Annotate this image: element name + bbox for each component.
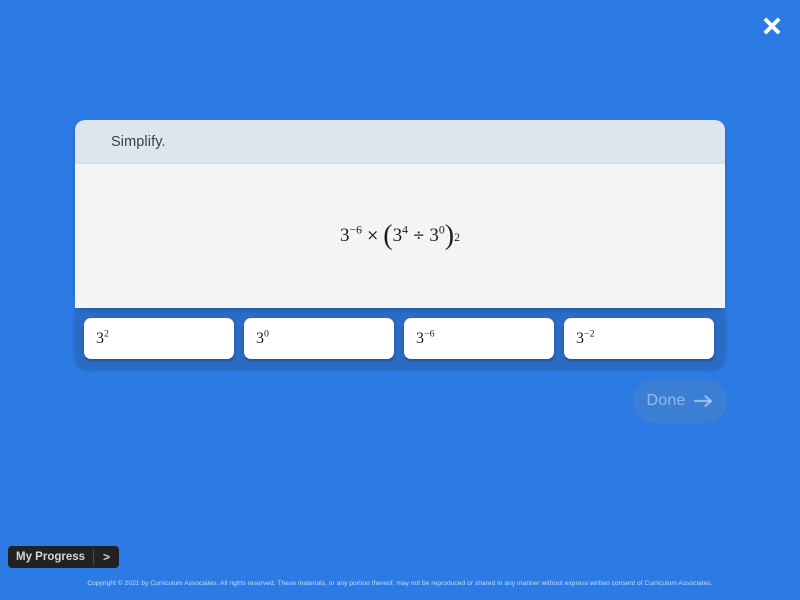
term-first: 3−6 bbox=[340, 223, 362, 247]
answer-option-4[interactable]: 3−2 bbox=[564, 318, 714, 359]
my-progress-button[interactable]: My Progress > bbox=[8, 546, 120, 568]
answer-option-1-exponent: 2 bbox=[104, 328, 109, 340]
exponent-1: −6 bbox=[349, 223, 362, 237]
question-card: Simplify. 3−6 ×(34 ÷ 30) 2 bbox=[75, 120, 725, 308]
exponent-3: 0 bbox=[438, 223, 445, 237]
answer-option-1-base: 3 bbox=[96, 329, 104, 347]
answer-option-4-base: 3 bbox=[576, 329, 584, 347]
my-progress-label: My Progress bbox=[16, 551, 86, 563]
answer-option-3[interactable]: 3−6 bbox=[404, 318, 554, 359]
answer-option-2-exponent: 0 bbox=[264, 328, 269, 340]
done-button-label: Done bbox=[646, 392, 686, 409]
close-icon bbox=[759, 13, 785, 39]
question-header: Simplify. bbox=[75, 120, 725, 164]
footer-copyright: Copyright © 2021 by Curriculum Associate… bbox=[87, 580, 713, 587]
answer-option-4-text: 3−2 bbox=[576, 328, 595, 348]
multiplication-operator: × bbox=[366, 227, 379, 245]
division-operator: ÷ bbox=[412, 227, 425, 245]
math-expression: 3−6 ×(34 ÷ 30) 2 bbox=[339, 219, 461, 251]
answer-option-3-base: 3 bbox=[416, 329, 424, 347]
term-second: 34 bbox=[392, 223, 409, 247]
chevron-right-icon: > bbox=[103, 550, 111, 564]
answer-option-2-base: 3 bbox=[256, 329, 264, 347]
arrow-right-icon bbox=[693, 393, 714, 409]
answer-options: 32 30 3−6 3−2 bbox=[84, 318, 716, 359]
term-third: 30 bbox=[429, 223, 445, 247]
answer-option-1[interactable]: 32 bbox=[84, 318, 234, 359]
answer-option-1-text: 32 bbox=[96, 328, 109, 348]
done-button[interactable]: Done bbox=[633, 379, 727, 423]
answer-option-2-text: 30 bbox=[256, 328, 269, 348]
answer-option-3-text: 3−6 bbox=[416, 328, 435, 348]
base-2: 3 bbox=[392, 225, 403, 246]
question-prompt: Simplify. bbox=[111, 133, 166, 150]
exponent-2: 4 bbox=[402, 223, 409, 237]
answer-option-4-exponent: −2 bbox=[584, 328, 595, 340]
answer-option-3-exponent: −6 bbox=[424, 328, 435, 340]
answer-option-2[interactable]: 30 bbox=[244, 318, 394, 359]
close-button[interactable] bbox=[750, 4, 794, 48]
question-body: 3−6 ×(34 ÷ 30) 2 bbox=[75, 164, 725, 308]
base-3: 3 bbox=[429, 225, 439, 246]
